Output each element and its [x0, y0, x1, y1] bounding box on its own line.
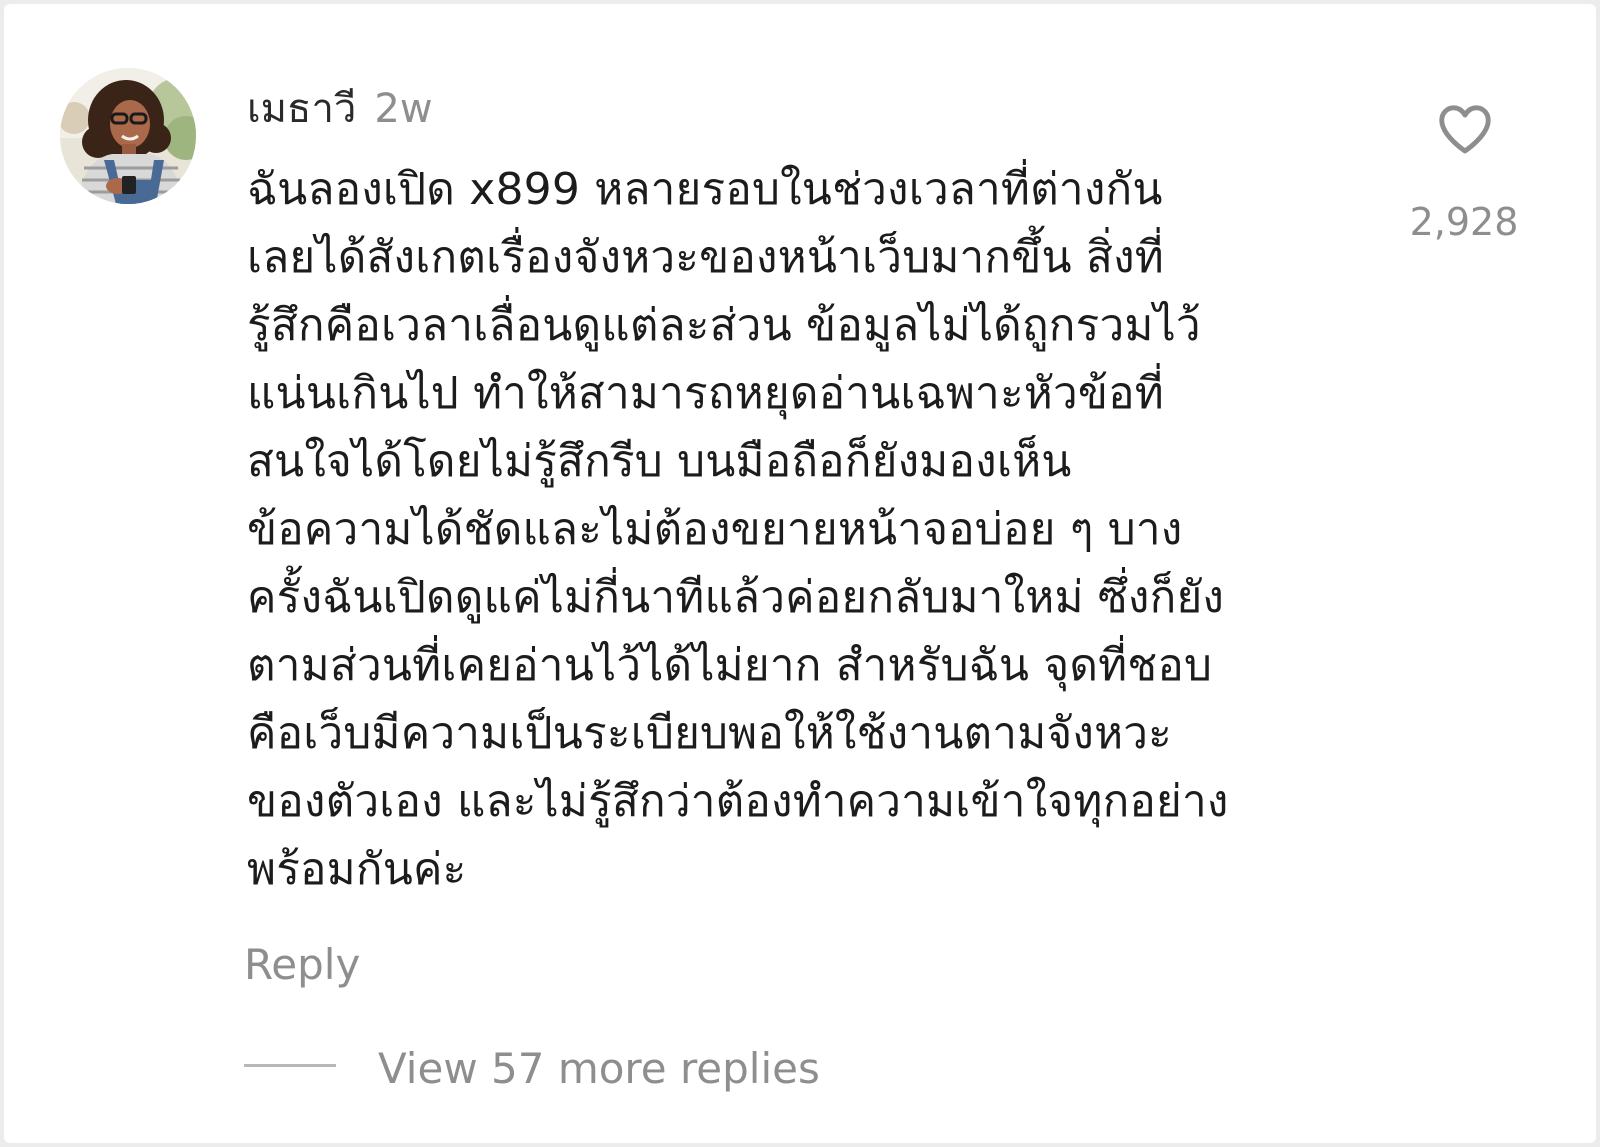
reply-button[interactable]: Reply: [244, 940, 360, 989]
timestamp: 2w: [374, 86, 433, 132]
like-count: 2,928: [1409, 200, 1519, 244]
comment-text-line: สนใจได้โดยไม่รู้สึกรีบ บนมือถือก็ยังมองเ…: [247, 436, 1072, 487]
username[interactable]: เมธาวี: [247, 76, 356, 140]
comment-text-line: ของตัวเอง และไม่รู้สึกว่าต้องทำความเข้าใ…: [247, 776, 1229, 827]
comment-card: เมธาวี 2w ฉันลองเปิด x899 หลายรอบในช่วงเ…: [4, 4, 1596, 1143]
heart-icon[interactable]: [1434, 98, 1496, 160]
comment-text-line: ข้อความได้ชัดและไม่ต้องขยายหน้าจอบ่อย ๆ …: [247, 504, 1183, 555]
comment-text-line: ครั้งฉันเปิดดูแค่ไม่กี่นาทีแล้วค่อยกลับม…: [247, 572, 1225, 623]
comment-text-line: ตามส่วนที่เคยอ่านไว้ได้ไม่ยาก สำหรับฉัน …: [247, 640, 1213, 691]
comment-text-line: เลยได้สังเกตเรื่องจังหวะของหน้าเว็บมากขึ…: [247, 232, 1164, 283]
thread-divider-line: [244, 1064, 336, 1067]
view-more-replies-button[interactable]: View 57 more replies: [378, 1044, 820, 1093]
comment-text-line: พร้อมกันค่ะ: [247, 844, 467, 895]
user-avatar[interactable]: [60, 68, 196, 204]
comment-text-line: แน่นเกินไป ทำให้สามารถหยุดอ่านเฉพาะหัวข้…: [247, 368, 1165, 419]
comment-text-line: รู้สึกคือเวลาเลื่อนดูแต่ละส่วน ข้อมูลไม่…: [247, 300, 1201, 351]
comment-text-line: ฉันลองเปิด x899 หลายรอบในช่วงเวลาที่ต่าง…: [247, 164, 1163, 215]
comment-header: เมธาวี 2w: [247, 76, 433, 136]
comment-text: ฉันลองเปิด x899 หลายรอบในช่วงเวลาที่ต่าง…: [247, 156, 1367, 904]
comment-text-line: คือเว็บมีความเป็นระเบียบพอให้ใช้งานตามจั…: [247, 708, 1173, 759]
avatar-photo: [60, 68, 196, 204]
